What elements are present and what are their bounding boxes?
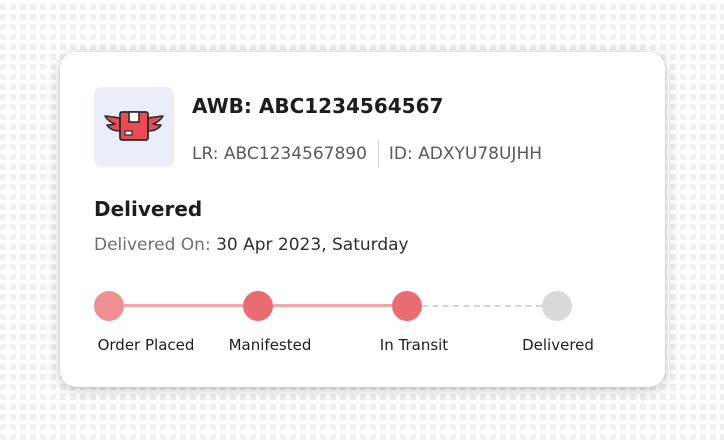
progress-connector <box>273 304 392 307</box>
shipment-card: AWB: ABC1234564567 LR: ABC1234567890 ID:… <box>60 52 665 387</box>
delivered-on-label: Delivered On: <box>94 235 211 255</box>
winged-box-icon <box>104 111 164 141</box>
lr-number: LR: ABC1234567890 <box>192 144 367 164</box>
step-dot <box>94 291 124 321</box>
ids-divider <box>377 140 379 168</box>
progress-connector <box>124 304 243 307</box>
step-label: Delivered <box>522 336 594 354</box>
shipment-icon-tile <box>94 87 174 167</box>
step-dot <box>243 291 273 321</box>
step-dot <box>392 291 422 321</box>
step-label: Manifested <box>228 336 312 354</box>
shipment-ids: LR: ABC1234567890 ID: ADXYU78UJHH <box>192 140 542 168</box>
shipment-id: ID: ADXYU78UJHH <box>388 144 543 164</box>
step-dot <box>542 291 572 321</box>
step-label: In Transit <box>379 336 449 354</box>
delivered-on-value: 30 Apr 2023, Saturday <box>216 235 409 255</box>
awb-number: AWB: ABC1234564567 <box>192 94 444 118</box>
delivery-status-title: Delivered <box>94 197 203 221</box>
step-label: Order Placed <box>97 336 195 354</box>
progress-connector <box>422 305 542 307</box>
delivered-on-line: Delivered On: 30 Apr 2023, Saturday <box>94 235 409 255</box>
